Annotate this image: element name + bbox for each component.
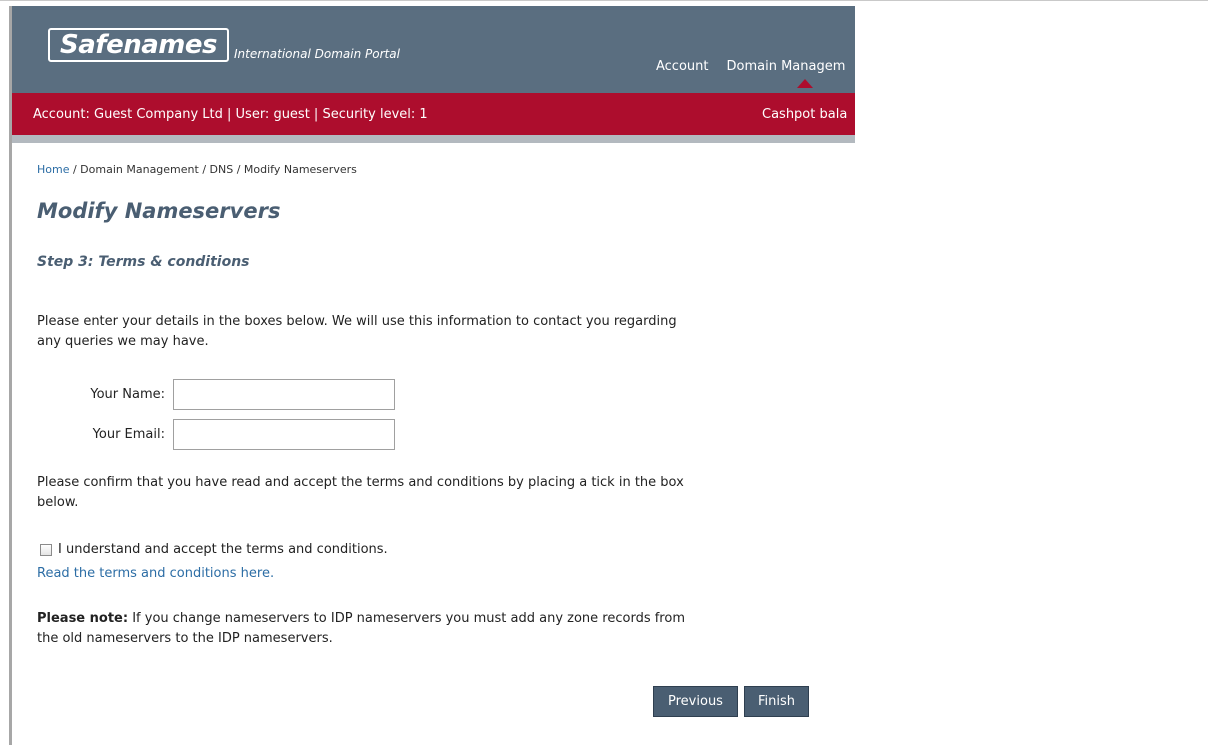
finish-button[interactable]: Finish (744, 686, 809, 717)
name-label: Your Name: (90, 387, 165, 402)
nav-account[interactable]: Account (656, 59, 709, 74)
previous-button[interactable]: Previous (653, 686, 738, 717)
terms-checkbox-row: I understand and accept the terms and co… (40, 542, 388, 557)
active-nav-indicator (797, 79, 813, 88)
account-info: Account: Guest Company Ltd | User: guest… (33, 107, 428, 122)
tagline: International Domain Portal (234, 47, 400, 61)
logo-text: Safenames (60, 30, 217, 60)
breadcrumb-home[interactable]: Home (37, 163, 69, 176)
terms-link[interactable]: Read the terms and conditions here. (37, 566, 274, 581)
step-title: Step 3: Terms & conditions (37, 254, 250, 270)
email-label: Your Email: (92, 427, 165, 442)
breadcrumb-path: / Domain Management / DNS / Modify Names… (69, 163, 357, 176)
name-input[interactable] (173, 379, 395, 410)
note-text: Please note: If you change nameservers t… (37, 609, 687, 649)
nav-domain-management[interactable]: Domain Managem (727, 59, 846, 74)
terms-checkbox[interactable] (40, 543, 52, 556)
top-nav: Account Domain Managem (656, 59, 855, 74)
cashpot-balance: Cashpot bala (762, 107, 848, 122)
email-input[interactable] (173, 419, 395, 450)
confirm-text: Please confirm that you have read and ac… (37, 475, 684, 510)
top-border (0, 0, 1208, 1)
terms-checkbox-label[interactable]: I understand and accept the terms and co… (58, 542, 388, 557)
note-label: Please note: (37, 611, 129, 626)
account-bar: Account: Guest Company Ltd | User: guest… (12, 93, 855, 135)
logo[interactable]: Safenames (48, 28, 229, 62)
page-title: Modify Nameservers (37, 199, 281, 223)
intro-text: Please enter your details in the boxes b… (37, 314, 677, 349)
subheader-divider (12, 135, 855, 143)
breadcrumb: Home / Domain Management / DNS / Modify … (37, 163, 357, 176)
note-body: If you change nameservers to IDP nameser… (37, 611, 685, 646)
header: Safenames International Domain Portal Ac… (12, 6, 855, 93)
